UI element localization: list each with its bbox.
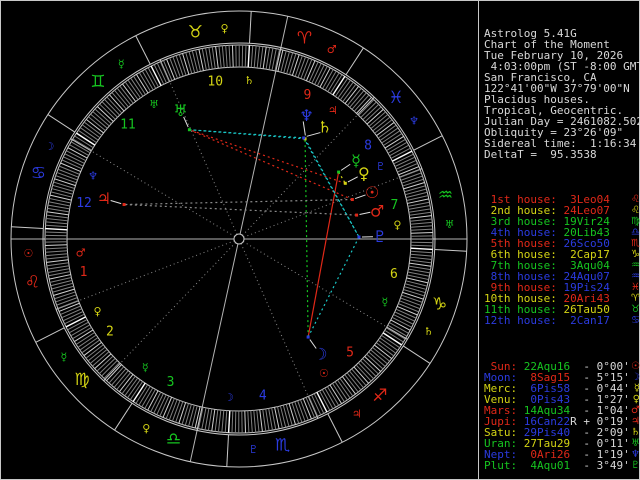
house-label: 12th house:	[484, 314, 563, 327]
chart-header: Astrolog 5.41GChart of the MomentTue Feb…	[484, 28, 638, 160]
sign-icon: ♎	[631, 227, 640, 238]
retrograde-flag	[570, 459, 577, 472]
sign-icon: ♑	[631, 249, 640, 260]
sign-icon: ♍	[631, 216, 640, 227]
house-row: 12th house: 2Can17 ♋	[484, 315, 638, 326]
planet-icon: ☽	[631, 372, 640, 383]
header-line: DeltaT = 95.3538	[484, 149, 638, 160]
planet-label: Plut:	[484, 459, 524, 472]
planet-icon: ♇	[631, 460, 640, 471]
planet-icon: ☿	[634, 383, 640, 394]
planet-position-list: Sun: 22Aqu16 - 0°00'☉Moon: 8Sag15 - 5°15…	[484, 361, 638, 471]
sign-icon: ♒	[631, 271, 640, 282]
planet-position-value: 4Aqu01	[524, 459, 570, 472]
sign-icon: ♈	[631, 293, 640, 304]
planet-icon: ☉	[631, 361, 640, 372]
planet-icon: ♅	[631, 438, 640, 449]
astrolog-screen: ♈♂♉♀♊☿♋☽♌☉♍☿♎♀♏♇♐♃♑♄♒♅♓♆1♂2♀3☿4☽5☉6☿7♀8♇…	[0, 0, 640, 480]
sign-icon: ♏	[631, 238, 640, 249]
planet-icon: ♂	[631, 405, 640, 416]
planet-icon: ♆	[631, 449, 640, 460]
sign-icon: ♌	[631, 194, 640, 205]
planet-icon: ♄	[631, 427, 640, 438]
planet-row: Plut: 4Aqu01 - 3°49'♇	[484, 460, 638, 471]
planet-icon: ♃	[631, 416, 640, 427]
planet-icon: ♀	[633, 394, 640, 405]
sign-icon: ♓	[631, 282, 640, 293]
sign-icon: ♋	[631, 315, 640, 326]
panel-divider	[478, 0, 479, 480]
house-cusp-list: 1st house: 3Leo04♌ 2nd house: 24Leo07♌ 3…	[484, 194, 638, 326]
sign-icon: ♉	[631, 304, 640, 315]
header-text: DeltaT = 95.3538	[484, 148, 597, 161]
planet-velocity: - 3°49'	[577, 459, 630, 472]
sign-icon: ♌	[631, 205, 640, 216]
sign-icon: ♒	[631, 260, 640, 271]
house-cusp-value: 2Can17	[563, 314, 609, 327]
info-panel: Astrolog 5.41GChart of the MomentTue Feb…	[484, 6, 638, 480]
